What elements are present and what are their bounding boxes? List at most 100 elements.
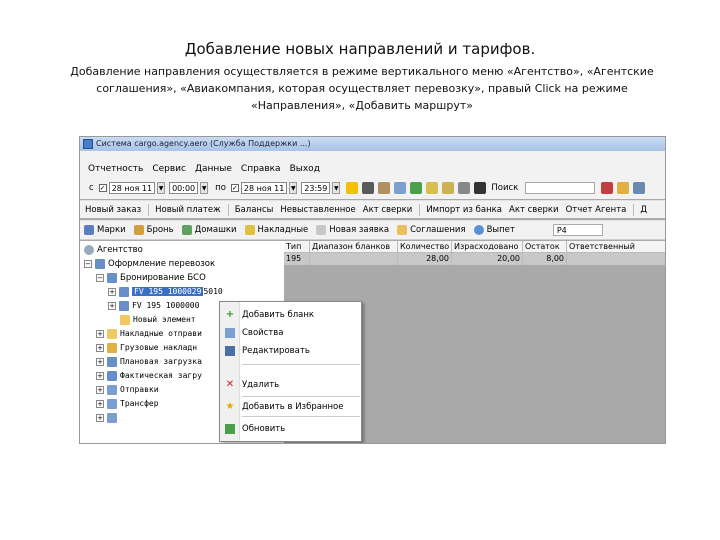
bank-import-button[interactable]: Импорт из банка xyxy=(426,205,502,215)
menu-data[interactable]: Данные xyxy=(195,164,232,174)
stamps-button[interactable]: Марки xyxy=(84,225,126,235)
expand-icon[interactable]: + xyxy=(108,301,116,310)
document-icon[interactable] xyxy=(362,182,375,194)
doc-icon xyxy=(107,412,117,423)
filter-icon[interactable] xyxy=(426,182,439,194)
new-order-button[interactable]: Новый заказ xyxy=(85,205,141,215)
expand-icon[interactable]: + xyxy=(108,287,116,296)
new-payment-button[interactable]: Новый платеж xyxy=(155,205,221,215)
agent-report-button[interactable]: Отчет Агента xyxy=(566,205,627,215)
menu-item-add-blank[interactable]: + Добавить бланк xyxy=(220,306,361,324)
save-icon[interactable] xyxy=(394,182,407,194)
cell-type: 195 xyxy=(284,253,310,265)
tree-node-transfer[interactable]: + Трансфер xyxy=(96,397,159,411)
expand-icon[interactable]: + xyxy=(96,399,104,408)
funnel-icon[interactable] xyxy=(458,182,471,194)
from-time-dropdown[interactable]: ▼ xyxy=(200,182,209,194)
tree-node-fv-suffix: 5010 xyxy=(203,287,223,296)
col-range[interactable]: Диапазон бланков xyxy=(310,241,398,253)
col-quantity[interactable]: Количество xyxy=(398,241,452,253)
home-button[interactable]: Домашки xyxy=(181,225,237,235)
table-row[interactable]: 195 28,00 20,00 8,00 xyxy=(284,253,665,265)
menu-item-delete[interactable]: ✕ Удалить xyxy=(220,376,361,394)
to-date-checkbox[interactable]: ✓ xyxy=(230,184,239,192)
expand-icon[interactable]: + xyxy=(96,357,104,366)
print-icon[interactable] xyxy=(633,182,646,194)
expand-icon[interactable]: + xyxy=(96,329,104,338)
from-date-field[interactable]: 28 ноя 11 xyxy=(108,182,156,194)
tree-node-planned-load[interactable]: + Плановая загрузка xyxy=(96,355,202,369)
expand-icon[interactable]: + xyxy=(96,371,104,380)
menu-exit[interactable]: Выход xyxy=(290,164,320,174)
menu-reports[interactable]: Отчетность xyxy=(88,164,143,174)
col-remaining[interactable]: Остаток xyxy=(523,241,567,253)
collapse-icon[interactable]: − xyxy=(96,273,104,282)
request-icon xyxy=(316,225,327,235)
mail-icon[interactable] xyxy=(617,182,630,194)
slide-title: Добавление новых направлений и тарифов. xyxy=(184,40,536,58)
departure-icon xyxy=(473,225,484,235)
app-screenshot: Система cargo.agency.aero (Служба Поддер… xyxy=(79,136,666,444)
from-time-field[interactable]: 00:00 xyxy=(169,182,199,194)
menu-item-refresh[interactable]: Обновить xyxy=(220,420,361,438)
star-icon[interactable] xyxy=(346,182,359,194)
tree-node-actual-load[interactable]: + Фактическая загру xyxy=(96,369,202,383)
p4-select[interactable]: Р4 xyxy=(552,224,603,236)
waybills-button[interactable]: Накладные xyxy=(244,225,308,235)
tree-node-fv-selected[interactable]: + FV 195 1000029 5010 xyxy=(108,285,223,299)
from-date-checkbox[interactable]: ✓ xyxy=(98,184,107,192)
menu-item-edit[interactable]: Редактировать xyxy=(220,342,361,360)
stamps-icon xyxy=(84,225,94,235)
cell-quantity: 28,00 xyxy=(398,253,452,265)
report-icon[interactable] xyxy=(601,182,614,194)
tree-node-more[interactable]: + xyxy=(96,411,120,425)
tree-node-shipments[interactable]: + Отправки xyxy=(96,383,159,397)
collapse-icon[interactable]: − xyxy=(84,259,92,268)
to-time-dropdown[interactable]: ▼ xyxy=(332,182,341,194)
from-date-dropdown[interactable]: ▼ xyxy=(157,182,166,194)
menu-item-favorite[interactable]: ★ Добавить в Избранное xyxy=(220,398,361,416)
slide-description: Добавление направления осуществляется в … xyxy=(70,65,654,112)
balances-button[interactable]: Балансы xyxy=(235,205,274,215)
expand-icon[interactable]: + xyxy=(96,343,104,352)
to-time-field[interactable]: 23:59 xyxy=(301,182,331,194)
reconciliation-button-2[interactable]: Акт сверки xyxy=(509,205,559,215)
tree-node-new-element[interactable]: Новый элемент xyxy=(120,313,196,327)
tree-node-agency[interactable]: Агентство xyxy=(84,243,143,257)
cell-responsible xyxy=(567,253,665,265)
binoculars-icon[interactable] xyxy=(474,182,487,194)
context-menu: + Добавить бланк Свойства Редактировать ✕… xyxy=(219,301,362,442)
to-date-dropdown[interactable]: ▼ xyxy=(289,182,298,194)
to-label: по xyxy=(215,183,226,193)
cell-remaining: 8,00 xyxy=(523,253,567,265)
to-date-field[interactable]: 28 ноя 11 xyxy=(240,182,288,194)
doc-check-icon xyxy=(107,384,117,395)
search-input[interactable] xyxy=(525,182,596,194)
home-icon[interactable] xyxy=(378,182,391,194)
menu-help[interactable]: Справка xyxy=(241,164,281,174)
tree-node-shipping[interactable]: − Оформление перевозок xyxy=(84,257,215,271)
unbilled-button[interactable]: Невыставленное xyxy=(280,205,355,215)
booking-button[interactable]: Бронь xyxy=(133,225,174,235)
expand-icon[interactable]: + xyxy=(96,385,104,394)
col-responsible[interactable]: Ответственный xyxy=(567,241,665,253)
tree-node-booking[interactable]: − Бронирование БСО xyxy=(96,271,206,285)
menu-item-properties[interactable]: Свойства xyxy=(220,324,361,342)
tree-node-fv[interactable]: + FV 195 1000000 xyxy=(108,299,199,313)
col-used[interactable]: Израсходовано xyxy=(452,241,523,253)
filter-clear-icon[interactable] xyxy=(442,182,455,194)
tree-node-waybills-sent[interactable]: + Накладные отправи xyxy=(96,327,202,341)
booking-icon xyxy=(133,225,144,235)
menu-service[interactable]: Сервис xyxy=(152,164,186,174)
tree-node-cargo-waybills[interactable]: + Грузовые накладн xyxy=(96,341,197,355)
agreements-button[interactable]: Соглашения xyxy=(397,225,466,235)
col-type[interactable]: Тип xyxy=(284,241,310,253)
checkbox-icon xyxy=(107,342,117,353)
departure-button[interactable]: Выпет xyxy=(473,225,515,235)
reconciliation-button[interactable]: Акт сверки xyxy=(363,205,413,215)
expand-icon[interactable]: + xyxy=(96,413,104,422)
new-request-button[interactable]: Новая заявка xyxy=(316,225,389,235)
refresh-icon[interactable] xyxy=(410,182,423,194)
toolbar-more-button[interactable]: Д xyxy=(640,205,647,215)
folder-doc-icon xyxy=(107,272,117,283)
